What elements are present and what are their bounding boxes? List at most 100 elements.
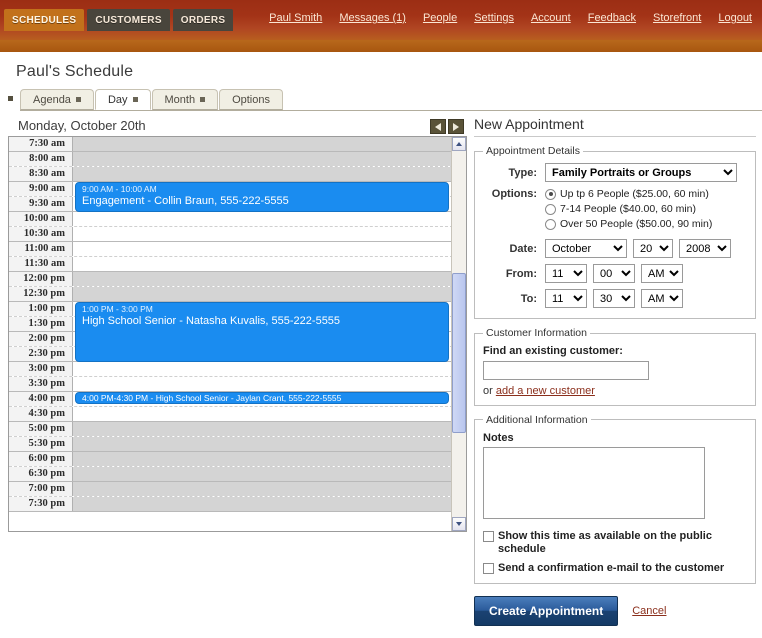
top-link-feedback[interactable]: Feedback	[588, 12, 636, 24]
calendar-date-heading: Monday, October 20th	[18, 118, 146, 133]
slot-body[interactable]	[73, 287, 453, 301]
calendar-slot[interactable]: 7:00 pm	[9, 482, 453, 497]
top-link-paul-smith[interactable]: Paul Smith	[269, 12, 322, 24]
calendar-slot[interactable]: 3:00 pm	[9, 362, 453, 377]
calendar-slot[interactable]: 6:30 pm	[9, 467, 453, 482]
slot-body[interactable]	[73, 152, 453, 166]
option-radio-row[interactable]: 7-14 People ($40.00, 60 min)	[545, 203, 712, 215]
slot-body[interactable]	[73, 437, 453, 451]
radio-button-icon[interactable]	[545, 188, 556, 200]
scroll-up-button[interactable]	[452, 137, 466, 151]
slot-body[interactable]	[73, 482, 453, 496]
slot-body[interactable]	[73, 497, 453, 511]
calendar-scrollbar[interactable]	[451, 137, 466, 531]
from-label: From:	[505, 267, 537, 280]
previous-day-button[interactable]	[430, 119, 446, 134]
from-minute-select[interactable]: 00	[593, 264, 635, 283]
to-hour-select[interactable]: 11	[545, 289, 587, 308]
create-appointment-button[interactable]: Create Appointment	[474, 595, 619, 626]
panel-actions: Create Appointment Cancel	[474, 595, 756, 626]
slot-body[interactable]	[73, 212, 453, 226]
option-radio-row[interactable]: Up tp 6 People ($25.00, 60 min)	[545, 188, 712, 200]
calendar-slot[interactable]: 4:30 pm	[9, 407, 453, 422]
top-link-settings[interactable]: Settings	[474, 12, 514, 24]
subtab-day[interactable]: Day	[94, 89, 151, 110]
subtab-month[interactable]: Month	[151, 89, 219, 110]
add-customer-line: or add a new customer	[483, 385, 747, 397]
radio-button-icon[interactable]	[545, 218, 556, 230]
calendar-slot-list[interactable]: 7:30 am 8:00 am 8:30 am 9:00 am 9:30 am 10:00…	[9, 137, 453, 531]
calendar-slot[interactable]: 7:30 am	[9, 137, 453, 152]
calendar-slot[interactable]: 10:30 am	[9, 227, 453, 242]
option-radio-row[interactable]: Over 50 People ($50.00, 90 min)	[545, 218, 712, 230]
calendar-slot[interactable]: 10:00 am	[9, 212, 453, 227]
radio-button-icon[interactable]	[545, 203, 556, 215]
slot-body[interactable]	[73, 377, 453, 391]
calendar-appointment[interactable]: 9:00 AM - 10:00 AM Engagement - Collin Br…	[75, 182, 449, 212]
slot-body[interactable]	[73, 362, 453, 376]
subtab-agenda[interactable]: Agenda	[20, 89, 94, 110]
from-hour-select[interactable]: 11	[545, 264, 587, 283]
to-minute-select[interactable]: 30	[593, 289, 635, 308]
subtab-dropdown-icon	[75, 97, 81, 102]
find-customer-input[interactable]	[483, 360, 649, 380]
calendar-slot[interactable]: 7:30 pm	[9, 497, 453, 512]
calendar-slot[interactable]: 8:30 am	[9, 167, 453, 182]
slot-body[interactable]	[73, 452, 453, 466]
subtab-label: Month	[164, 93, 196, 106]
slot-body[interactable]	[73, 242, 453, 256]
checkbox-icon[interactable]	[483, 562, 494, 574]
from-meridiem-select[interactable]: AM	[641, 264, 683, 283]
appointment-time: 9:00 AM - 10:00 AM	[82, 184, 157, 194]
appointment-summary: 4:00 PM-4:30 PM - High School Senior - J…	[82, 393, 342, 403]
cancel-link[interactable]: Cancel	[632, 605, 666, 617]
date-label: Date:	[509, 242, 537, 255]
calendar-slot[interactable]: 11:00 am	[9, 242, 453, 257]
checkbox-row[interactable]: Show this time as available on the publi…	[483, 530, 747, 556]
calendar-slot[interactable]: 8:00 am	[9, 152, 453, 167]
slot-body[interactable]	[73, 272, 453, 286]
nav-tab-schedules[interactable]: SCHEDULES	[4, 9, 85, 31]
slot-body[interactable]	[73, 167, 453, 181]
slot-body[interactable]	[73, 422, 453, 436]
scroll-down-button[interactable]	[452, 517, 466, 531]
calendar-slot[interactable]: 12:00 pm	[9, 272, 453, 287]
top-navigation-bar: SCHEDULES CUSTOMERS ORDERS Paul Smith Messa…	[0, 0, 762, 40]
to-meridiem-select[interactable]: AM	[641, 289, 683, 308]
appointment-type-select[interactable]: Family Portraits or Groups	[545, 163, 737, 182]
calendar-slot[interactable]: 5:30 pm	[9, 437, 453, 452]
nav-tab-orders[interactable]: ORDERS	[172, 9, 234, 31]
slot-body[interactable]	[73, 467, 453, 481]
calendar-appointment[interactable]: 4:00 PM-4:30 PM - High School Senior - J…	[75, 392, 449, 404]
to-time-row: To: 11 30 AM	[483, 289, 747, 308]
checkbox-row[interactable]: Send a confirmation e-mail to the custom…	[483, 562, 747, 575]
subtab-options[interactable]: Options	[219, 89, 283, 110]
calendar-slot[interactable]: 11:30 am	[9, 257, 453, 272]
date-day-select[interactable]: 20	[633, 239, 673, 258]
checkbox-icon[interactable]	[483, 530, 494, 542]
slot-body[interactable]	[73, 407, 453, 421]
top-link-storefront[interactable]: Storefront	[653, 12, 701, 24]
slot-body[interactable]	[73, 257, 453, 271]
date-month-select[interactable]: October	[545, 239, 627, 258]
top-link-logout[interactable]: Logout	[718, 12, 752, 24]
nav-tab-customers[interactable]: CUSTOMERS	[87, 9, 170, 31]
calendar-appointment[interactable]: 1:00 PM - 3:00 PM High School Senior - Na…	[75, 302, 449, 362]
slot-time-label: 3:00 pm	[9, 362, 73, 376]
from-time-row: From: 11 00 AM	[483, 264, 747, 283]
calendar-slot[interactable]: 6:00 pm	[9, 452, 453, 467]
scrollbar-thumb[interactable]	[452, 273, 466, 433]
calendar-slot[interactable]: 12:30 pm	[9, 287, 453, 302]
calendar-slot[interactable]: 5:00 pm	[9, 422, 453, 437]
calendar-slot[interactable]: 3:30 pm	[9, 377, 453, 392]
next-day-button[interactable]	[448, 119, 464, 134]
top-link-people[interactable]: People	[423, 12, 457, 24]
slot-body[interactable]	[73, 227, 453, 241]
add-new-customer-link[interactable]: add a new customer	[496, 385, 595, 397]
notes-textarea[interactable]	[483, 446, 705, 519]
date-year-select[interactable]: 2008	[679, 239, 731, 258]
top-link-account[interactable]: Account	[531, 12, 571, 24]
top-link-messages-1[interactable]: Messages (1)	[339, 12, 406, 24]
additional-information-group: Additional Information Notes Show this t…	[474, 413, 756, 584]
slot-body[interactable]	[73, 137, 453, 151]
